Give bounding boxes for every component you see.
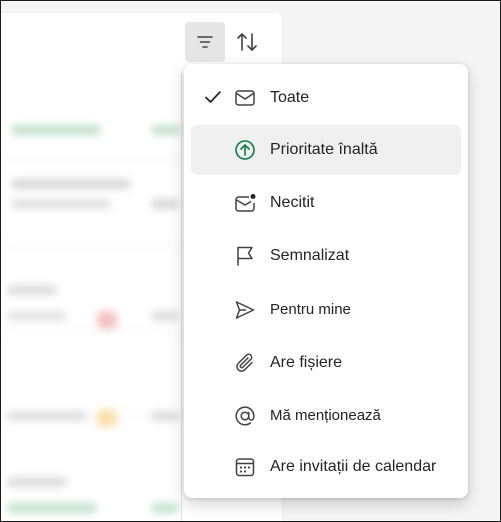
at-icon xyxy=(235,406,255,426)
filter-option-calendar-invites[interactable]: Are invitații de calendar xyxy=(191,442,461,492)
filter-option-has-files[interactable]: Are fișiere xyxy=(191,338,461,388)
filter-button[interactable] xyxy=(185,22,225,62)
filter-option-label: Toate xyxy=(270,89,310,106)
list-column-divider xyxy=(181,73,182,521)
filter-option-label: Are invitații de calendar xyxy=(270,458,437,475)
filter-option-flagged[interactable]: Semnalizat xyxy=(191,231,461,281)
filter-option-all[interactable]: Toate xyxy=(191,73,461,123)
calendar-icon xyxy=(235,458,255,477)
app-window: Toate Prioritate înaltă Necitit Semnaliz… xyxy=(0,0,501,522)
filter-option-label: Necitit xyxy=(270,194,315,211)
filter-menu: Toate Prioritate înaltă Necitit Semnaliz… xyxy=(184,64,468,498)
sort-arrows-icon xyxy=(237,33,257,51)
checkmark-icon xyxy=(205,91,221,103)
mail-unread-icon xyxy=(235,194,256,212)
attach-icon xyxy=(236,353,253,372)
filter-option-high-priority[interactable]: Prioritate înaltă xyxy=(191,125,461,175)
filter-option-unread[interactable]: Necitit xyxy=(191,178,461,228)
filter-option-label: Semnalizat xyxy=(270,247,350,264)
filter-option-label: Pentru mine xyxy=(270,301,351,318)
send-icon xyxy=(235,301,255,319)
flag-icon xyxy=(237,246,253,266)
filter-option-mentions-me[interactable]: Mă menționează xyxy=(191,391,461,441)
sort-button[interactable] xyxy=(227,22,267,62)
filter-option-to-me[interactable]: Pentru mine xyxy=(191,285,461,335)
filter-option-label: Are fișiere xyxy=(270,354,343,371)
filter-option-label: Prioritate înaltă xyxy=(270,141,378,158)
filter-option-label: Mă menționează xyxy=(270,407,381,424)
filter-lines-icon xyxy=(197,36,213,48)
arrow-up-circle-icon xyxy=(235,140,255,160)
mail-icon xyxy=(235,90,255,106)
